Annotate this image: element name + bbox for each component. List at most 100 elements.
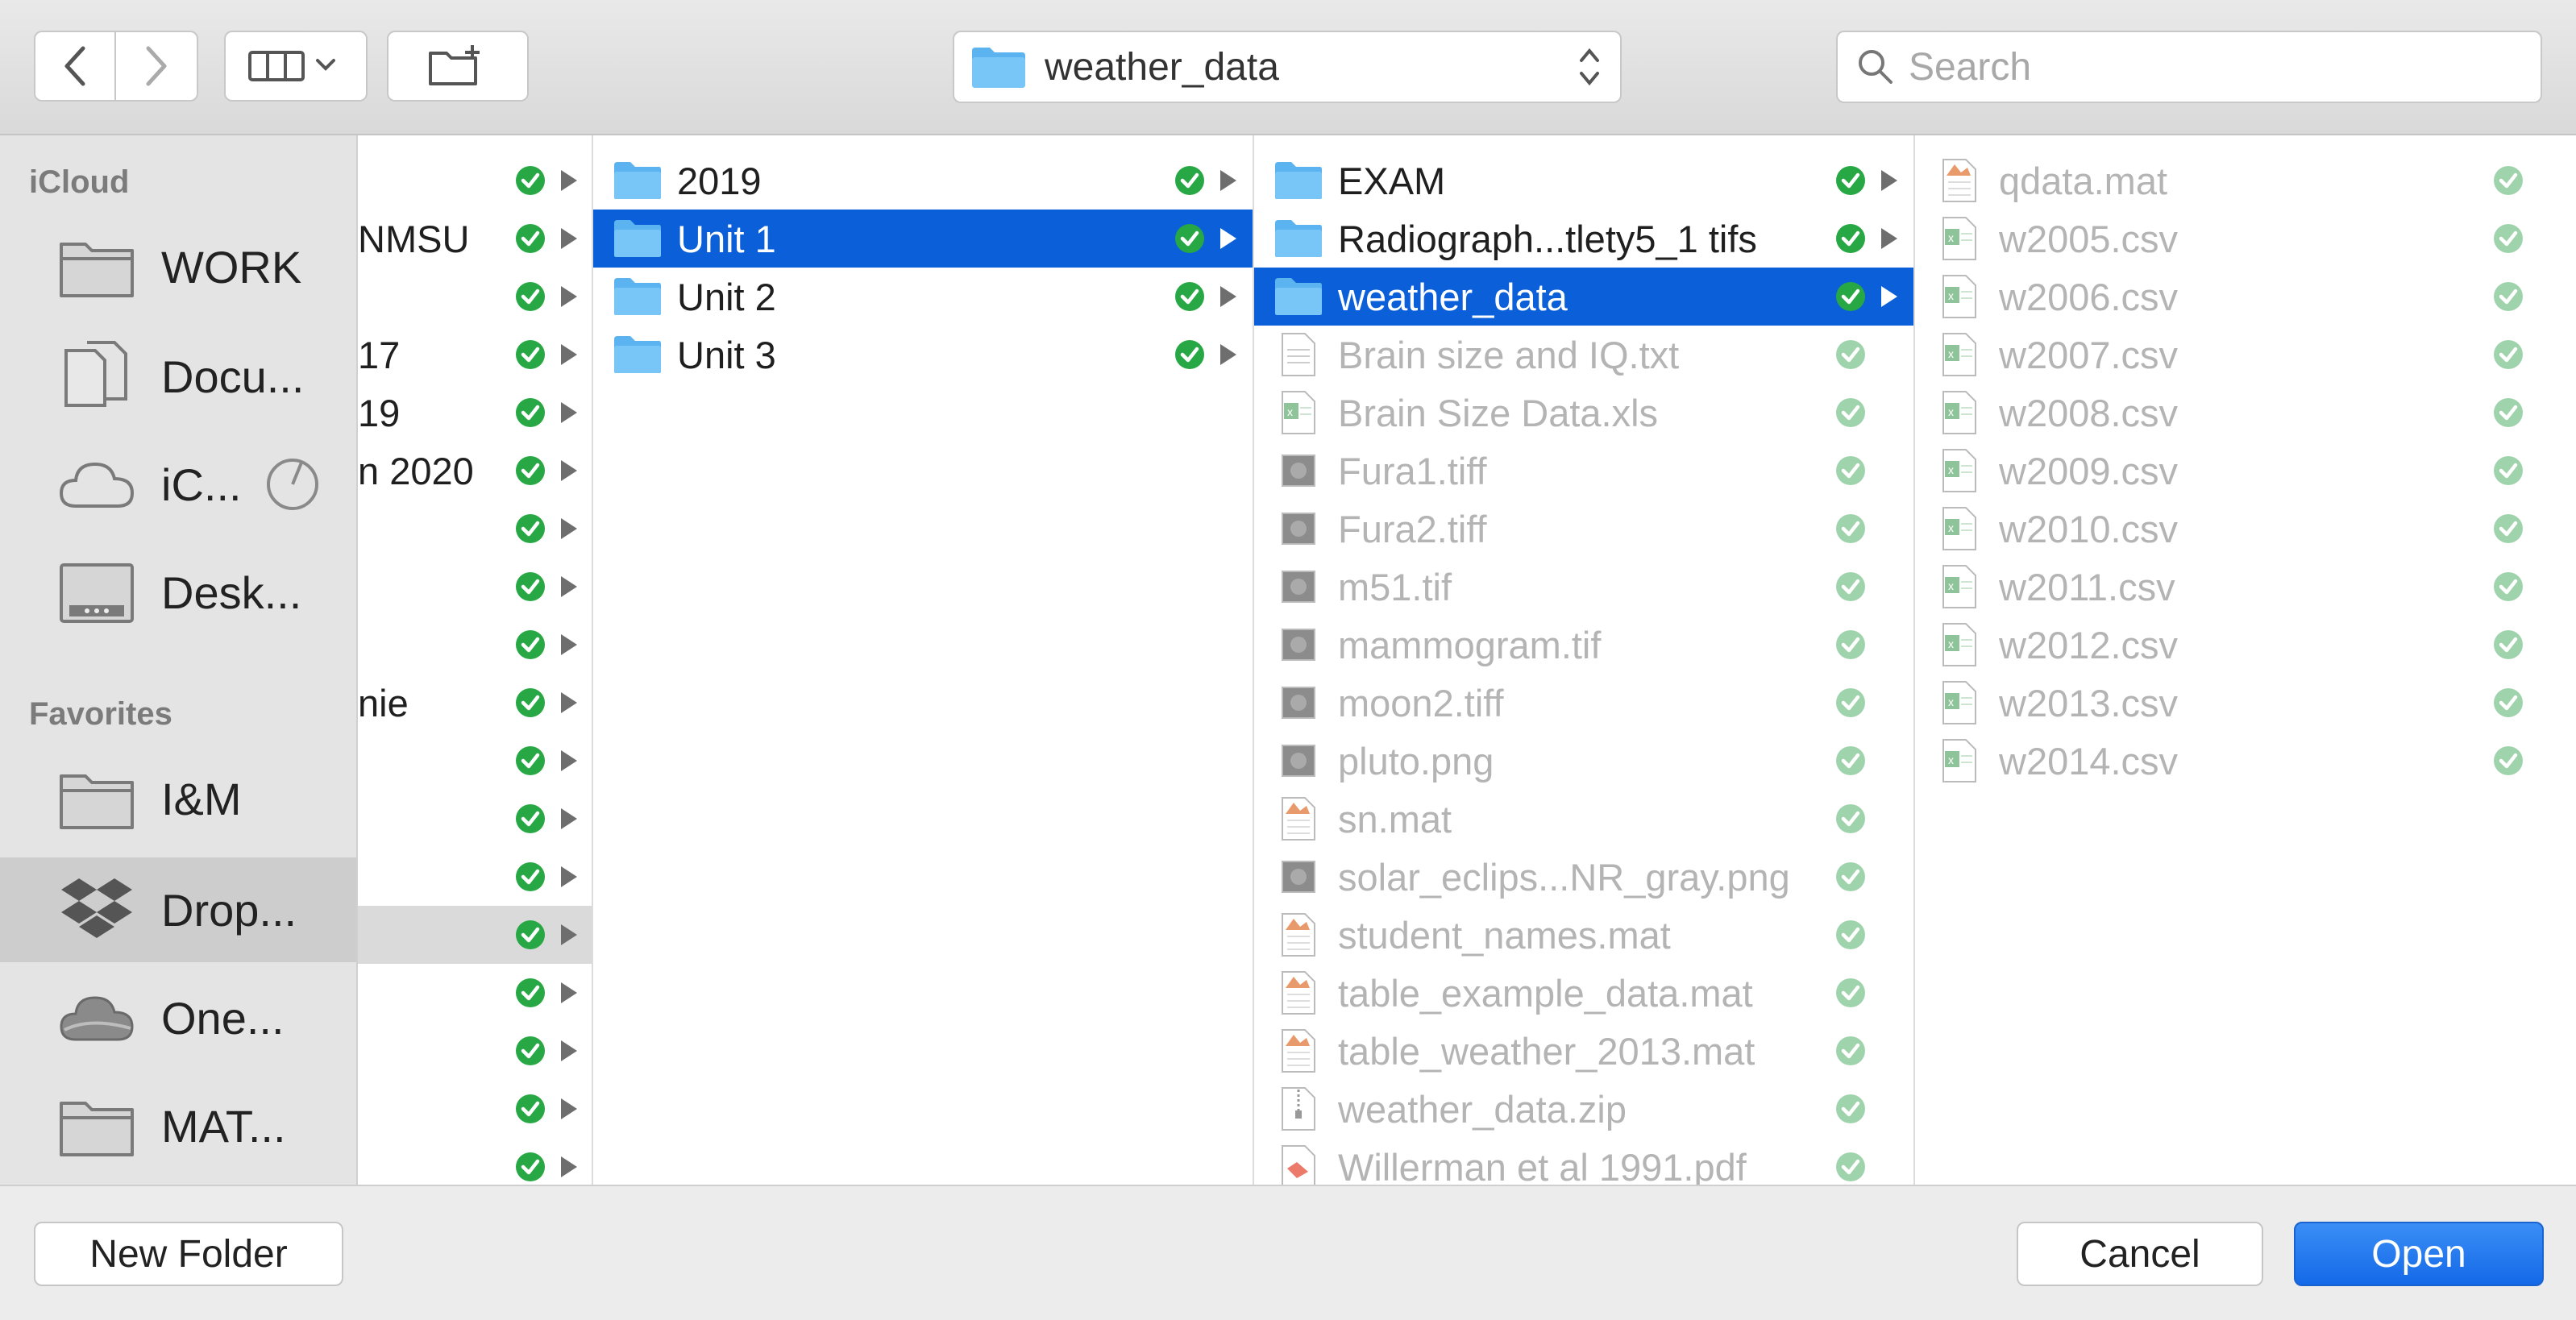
file-row[interactable]: m51.tif — [1254, 558, 1913, 616]
item-name: weather_data.zip — [1338, 1087, 1627, 1131]
list-item[interactable] — [358, 268, 592, 326]
sidebar-item-work[interactable]: WORK — [0, 214, 356, 319]
path-popup[interactable]: weather_data — [953, 31, 1622, 103]
folder-icon — [611, 214, 664, 263]
matlab-file-icon — [1272, 911, 1325, 959]
spreadsheet-icon: x — [1272, 388, 1325, 437]
new-folder-toolbar-button[interactable] — [387, 31, 529, 102]
disclosure-arrow-icon — [561, 286, 577, 307]
file-row[interactable]: moon2.tiff — [1254, 674, 1913, 732]
sync-status-icon — [1834, 861, 1867, 893]
disclosure-arrow-icon — [561, 1098, 577, 1119]
file-row[interactable]: x w2010.csv — [1915, 500, 2576, 558]
file-row[interactable]: weather_data.zip — [1254, 1080, 1913, 1138]
file-row[interactable]: x w2011.csv — [1915, 558, 2576, 616]
folder-icon — [611, 272, 664, 321]
disclosure-arrow-icon — [561, 634, 577, 655]
column-1: NMSU 17 19 n 2020 nie — [358, 135, 593, 1185]
list-item[interactable] — [358, 732, 592, 790]
list-item[interactable] — [358, 964, 592, 1022]
svg-text:x: x — [1948, 463, 1954, 476]
list-item[interactable] — [358, 152, 592, 210]
file-row[interactable]: x w2013.csv — [1915, 674, 2576, 732]
item-name: student_names.mat — [1338, 913, 1671, 957]
folder-row[interactable]: Unit 2 — [593, 268, 1253, 326]
sidebar-item-mat[interactable]: MAT... — [0, 1073, 356, 1178]
item-name: EXAM — [1338, 159, 1446, 202]
forward-button[interactable] — [114, 31, 198, 102]
file-row[interactable]: x w2008.csv — [1915, 384, 2576, 442]
list-item[interactable]: 17 — [358, 326, 592, 384]
sidebar-item-i-m[interactable]: I&M — [0, 746, 356, 851]
cancel-button[interactable]: Cancel — [2017, 1222, 2263, 1286]
sync-status-icon — [2492, 396, 2524, 429]
list-item[interactable]: nie — [358, 674, 592, 732]
svg-text:x: x — [1948, 289, 1954, 302]
item-name: 2019 — [677, 159, 762, 202]
sidebar-item-icloud-drive[interactable]: iC... — [0, 432, 356, 537]
open-button[interactable]: Open — [2294, 1222, 2544, 1286]
new-folder-button[interactable]: New Folder — [34, 1222, 343, 1286]
list-item[interactable] — [358, 558, 592, 616]
list-item[interactable] — [358, 790, 592, 848]
file-row[interactable]: Fura1.tiff — [1254, 442, 1913, 500]
back-button[interactable] — [34, 31, 116, 102]
file-row[interactable]: x w2009.csv — [1915, 442, 2576, 500]
list-item[interactable]: 19 — [358, 384, 592, 442]
item-name: nie — [358, 681, 409, 724]
list-item[interactable]: n 2020 — [358, 442, 592, 500]
file-row[interactable]: x w2012.csv — [1915, 616, 2576, 674]
folder-row[interactable]: Unit 3 — [593, 326, 1253, 384]
disclosure-arrow-icon — [1881, 286, 1897, 307]
file-row[interactable]: x w2014.csv — [1915, 732, 2576, 790]
file-row[interactable]: sn.mat — [1254, 790, 1913, 848]
sync-status-icon — [1834, 222, 1867, 255]
file-row[interactable]: Brain size and IQ.txt — [1254, 326, 1913, 384]
folder-row[interactable]: EXAM — [1254, 152, 1913, 210]
list-item[interactable] — [358, 1080, 592, 1138]
file-row[interactable]: pluto.png — [1254, 732, 1913, 790]
sidebar-item-desktop[interactable]: Desk... — [0, 540, 356, 645]
file-row[interactable]: solar_eclips...NR_gray.png — [1254, 848, 1913, 906]
list-item[interactable] — [358, 1138, 592, 1185]
folder-row[interactable]: Unit 1 — [593, 210, 1253, 268]
file-row[interactable]: table_example_data.mat — [1254, 964, 1913, 1022]
folder-icon — [56, 226, 137, 307]
disclosure-arrow-icon — [561, 344, 577, 365]
folder-row[interactable]: 2019 — [593, 152, 1253, 210]
file-row[interactable]: x w2005.csv — [1915, 210, 2576, 268]
file-row[interactable]: x w2006.csv — [1915, 268, 2576, 326]
sync-status-icon — [2492, 222, 2524, 255]
file-row[interactable]: Willerman et al 1991.pdf — [1254, 1138, 1913, 1185]
sidebar-item-label: Drop... — [161, 884, 297, 936]
list-item[interactable] — [358, 616, 592, 674]
file-row[interactable]: student_names.mat — [1254, 906, 1913, 964]
sync-status-icon — [514, 1151, 546, 1183]
sync-status-icon — [2492, 455, 2524, 487]
sidebar-item-onedrive[interactable]: One... — [0, 965, 356, 1070]
file-row[interactable]: Fura2.tiff — [1254, 500, 1913, 558]
list-item[interactable] — [358, 848, 592, 906]
list-item[interactable] — [358, 906, 592, 964]
search-input[interactable] — [1907, 44, 2523, 90]
list-item[interactable] — [358, 1022, 592, 1080]
folder-row[interactable]: weather_data — [1254, 268, 1913, 326]
view-mode-button[interactable] — [224, 31, 368, 102]
sidebar-item-label: iC... — [161, 459, 242, 510]
file-row[interactable]: x Brain Size Data.xls — [1254, 384, 1913, 442]
file-row[interactable]: mammogram.tif — [1254, 616, 1913, 674]
sidebar-item-dropbox[interactable]: Drop... — [0, 857, 356, 962]
sync-status-icon — [514, 164, 546, 197]
list-item[interactable]: NMSU — [358, 210, 592, 268]
file-row[interactable]: qdata.mat — [1915, 152, 2576, 210]
spreadsheet-icon: x — [1933, 679, 1986, 727]
file-row[interactable]: x w2007.csv — [1915, 326, 2576, 384]
sync-status-icon — [514, 1035, 546, 1067]
search-field[interactable] — [1836, 31, 2542, 103]
image-file-icon — [1272, 562, 1325, 611]
file-row[interactable]: table_weather_2013.mat — [1254, 1022, 1913, 1080]
sidebar-item-documents[interactable]: Docu... — [0, 324, 356, 429]
list-item[interactable] — [358, 500, 592, 558]
folder-row[interactable]: Radiograph...tlety5_1 tifs — [1254, 210, 1913, 268]
column-browser: NMSU 17 19 n 2020 nie 2019 Unit 1 Unit 2 Unit 3… — [358, 135, 2576, 1185]
